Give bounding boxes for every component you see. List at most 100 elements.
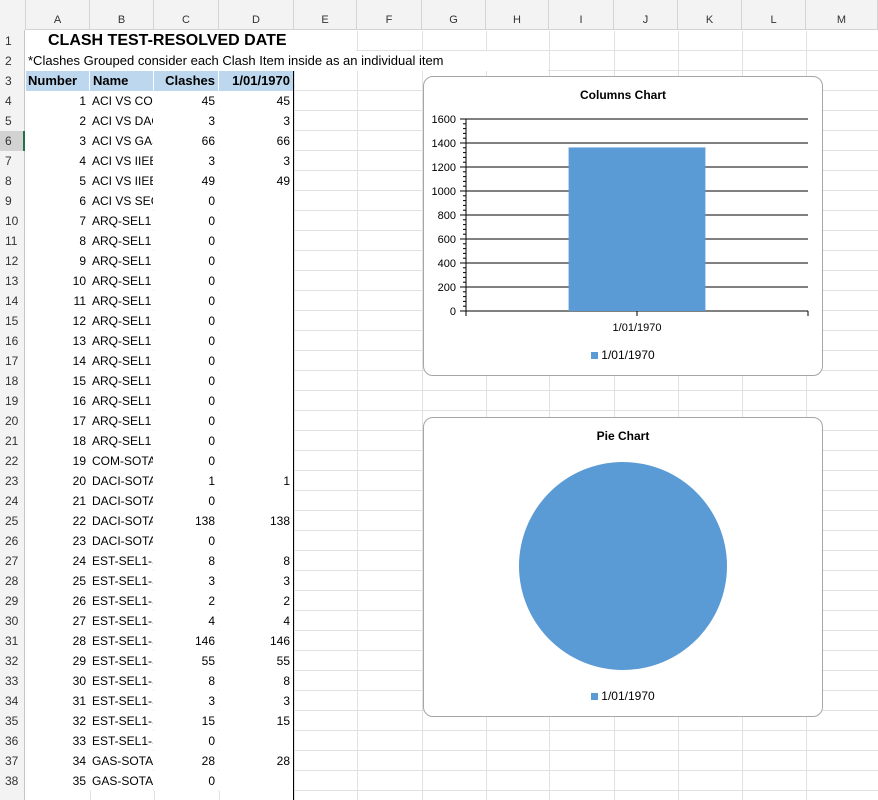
cell-date[interactable]: [219, 271, 293, 291]
row-header[interactable]: 4: [0, 91, 25, 111]
cell-clashes[interactable]: 0: [154, 311, 218, 331]
cell-number[interactable]: 34: [26, 751, 89, 771]
cell-name[interactable]: EST-SEL1-SC: [90, 711, 153, 731]
row-header[interactable]: 7: [0, 151, 25, 171]
cell-number[interactable]: 22: [26, 511, 89, 531]
cell-clashes[interactable]: 0: [154, 271, 218, 291]
cell-number[interactable]: 21: [26, 491, 89, 511]
cell-date[interactable]: [219, 531, 293, 551]
cell-date[interactable]: [219, 211, 293, 231]
cell-clashes[interactable]: 45: [154, 91, 218, 111]
cell-number[interactable]: 29: [26, 651, 89, 671]
cell-date[interactable]: 3: [219, 691, 293, 711]
cell-number[interactable]: 23: [26, 531, 89, 551]
cell-name[interactable]: ARQ-SEL1 V: [90, 251, 153, 271]
cell-clashes[interactable]: 0: [154, 191, 218, 211]
column-header-f[interactable]: F: [357, 0, 422, 30]
cell-clashes[interactable]: 0: [154, 491, 218, 511]
cell-name[interactable]: DACI-SOTAI: [90, 531, 153, 551]
cell-name[interactable]: ARQ-SEL1 V: [90, 271, 153, 291]
sheet-title[interactable]: CLASH TEST-RESOLVED DATE: [26, 31, 356, 51]
cell-date[interactable]: [219, 731, 293, 751]
cell-number[interactable]: 30: [26, 671, 89, 691]
cell-clashes[interactable]: 0: [154, 411, 218, 431]
cell-name[interactable]: COM-SOTAI: [90, 451, 153, 471]
cell-clashes[interactable]: 0: [154, 431, 218, 451]
cell-name[interactable]: ACI VS IIEE-: [90, 171, 153, 191]
cell-date[interactable]: 49: [219, 171, 293, 191]
cell-date[interactable]: [219, 191, 293, 211]
row-header[interactable]: 8: [0, 171, 25, 191]
row-header[interactable]: 34: [0, 691, 25, 711]
cell-clashes[interactable]: 15: [154, 711, 218, 731]
cell-date[interactable]: 28: [219, 751, 293, 771]
row-header[interactable]: 19: [0, 391, 25, 411]
row-header[interactable]: 37: [0, 751, 25, 771]
row-header[interactable]: 21: [0, 431, 25, 451]
cell-date[interactable]: 146: [219, 631, 293, 651]
column-header-d[interactable]: D: [219, 0, 294, 30]
cell-number[interactable]: 14: [26, 351, 89, 371]
cell-date[interactable]: 4: [219, 611, 293, 631]
cell-date[interactable]: [219, 771, 293, 791]
cell-date[interactable]: [219, 431, 293, 451]
column-header-l[interactable]: L: [742, 0, 806, 30]
cell-date[interactable]: [219, 291, 293, 311]
cell-clashes[interactable]: 3: [154, 111, 218, 131]
row-header[interactable]: 18: [0, 371, 25, 391]
pie-chart[interactable]: Pie Chart 1/01/1970: [423, 417, 823, 717]
column-header-k[interactable]: K: [678, 0, 742, 30]
cell-clashes[interactable]: 0: [154, 371, 218, 391]
cell-name[interactable]: EST-SEL1-SC: [90, 631, 153, 651]
cell-number[interactable]: 10: [26, 271, 89, 291]
cell-name[interactable]: DACI-SOTAI: [90, 471, 153, 491]
row-header[interactable]: 32: [0, 651, 25, 671]
cell-number[interactable]: 20: [26, 471, 89, 491]
cell-name[interactable]: EST-SEL1-SC: [90, 571, 153, 591]
cell-number[interactable]: 6: [26, 191, 89, 211]
cell-clashes[interactable]: 1: [154, 471, 218, 491]
cell-date[interactable]: 15: [219, 711, 293, 731]
row-header[interactable]: 29: [0, 591, 25, 611]
cell-number[interactable]: 18: [26, 431, 89, 451]
cell-name[interactable]: ARQ-SEL1 V: [90, 331, 153, 351]
cell-clashes[interactable]: 146: [154, 631, 218, 651]
row-header[interactable]: 16: [0, 331, 25, 351]
cell-number[interactable]: 25: [26, 571, 89, 591]
select-all-corner[interactable]: [0, 0, 26, 30]
cell-number[interactable]: 3: [26, 131, 89, 151]
row-header[interactable]: 11: [0, 231, 25, 251]
cell-number[interactable]: 13: [26, 331, 89, 351]
row-header[interactable]: 10: [0, 211, 25, 231]
cell-clashes[interactable]: 8: [154, 551, 218, 571]
cell-clashes[interactable]: 3: [154, 151, 218, 171]
cell-name[interactable]: EST-SEL1-SC: [90, 691, 153, 711]
cell-number[interactable]: 24: [26, 551, 89, 571]
cell-date[interactable]: [219, 491, 293, 511]
cell-date[interactable]: [219, 331, 293, 351]
cell-date[interactable]: 8: [219, 671, 293, 691]
cell-name[interactable]: ARQ-SEL1 V: [90, 351, 153, 371]
cell-date[interactable]: [219, 451, 293, 471]
column-header-b[interactable]: B: [90, 0, 154, 30]
column-header-j[interactable]: J: [614, 0, 678, 30]
row-header[interactable]: 30: [0, 611, 25, 631]
row-header[interactable]: 9: [0, 191, 25, 211]
column-header-e[interactable]: E: [294, 0, 357, 30]
row-header[interactable]: 31: [0, 631, 25, 651]
row-header[interactable]: 23: [0, 471, 25, 491]
cell-number[interactable]: 7: [26, 211, 89, 231]
column-header-m[interactable]: M: [806, 0, 878, 30]
column-header-a[interactable]: A: [26, 0, 90, 30]
row-header[interactable]: 28: [0, 571, 25, 591]
cell-name[interactable]: DACI-SOTAI: [90, 491, 153, 511]
cell-date[interactable]: [219, 311, 293, 331]
row-header[interactable]: 6: [0, 131, 25, 151]
cell-number[interactable]: 28: [26, 631, 89, 651]
cell-date[interactable]: 66: [219, 131, 293, 151]
cell-clashes[interactable]: 0: [154, 291, 218, 311]
cell-name[interactable]: EST-SEL1-SC: [90, 651, 153, 671]
cell-date[interactable]: [219, 231, 293, 251]
cell-name[interactable]: ACI VS SEG-: [90, 191, 153, 211]
cell-clashes[interactable]: 49: [154, 171, 218, 191]
